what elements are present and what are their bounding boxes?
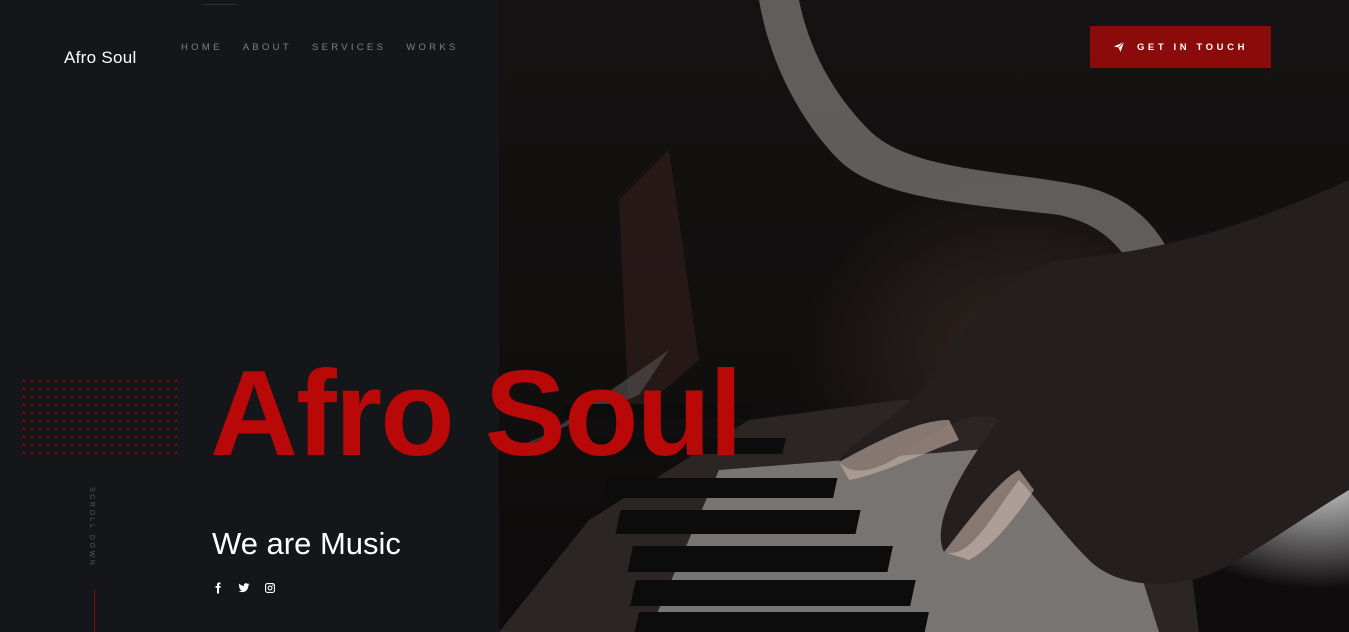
facebook-link[interactable] bbox=[210, 580, 226, 596]
twitter-link[interactable] bbox=[236, 580, 252, 596]
instagram-link[interactable] bbox=[262, 580, 278, 596]
get-in-touch-button[interactable]: GET IN TOUCH bbox=[1090, 26, 1271, 68]
hero-title: Afro Soul bbox=[210, 345, 743, 481]
facebook-icon bbox=[215, 582, 221, 594]
hero-piano-image bbox=[499, 0, 1349, 632]
hero-subtitle: We are Music bbox=[212, 526, 401, 561]
paper-plane-icon bbox=[1113, 41, 1125, 52]
scroll-down-label[interactable]: SCROLL DOWN bbox=[88, 487, 95, 567]
main-nav: HOME ABOUT SERVICES WORKS bbox=[181, 42, 479, 53]
top-divider bbox=[204, 4, 237, 5]
dot-grid-decoration bbox=[20, 377, 180, 459]
get-in-touch-label: GET IN TOUCH bbox=[1136, 41, 1249, 53]
scroll-indicator-line bbox=[94, 590, 95, 632]
piano-illustration bbox=[499, 0, 1349, 632]
instagram-icon bbox=[265, 583, 275, 593]
brand-logo[interactable]: Afro Soul bbox=[64, 48, 137, 68]
nav-about[interactable]: ABOUT bbox=[243, 42, 292, 53]
nav-services[interactable]: SERVICES bbox=[312, 42, 386, 53]
social-links bbox=[210, 580, 278, 596]
nav-works[interactable]: WORKS bbox=[406, 42, 458, 53]
twitter-icon bbox=[238, 583, 250, 593]
nav-home[interactable]: HOME bbox=[181, 42, 223, 53]
